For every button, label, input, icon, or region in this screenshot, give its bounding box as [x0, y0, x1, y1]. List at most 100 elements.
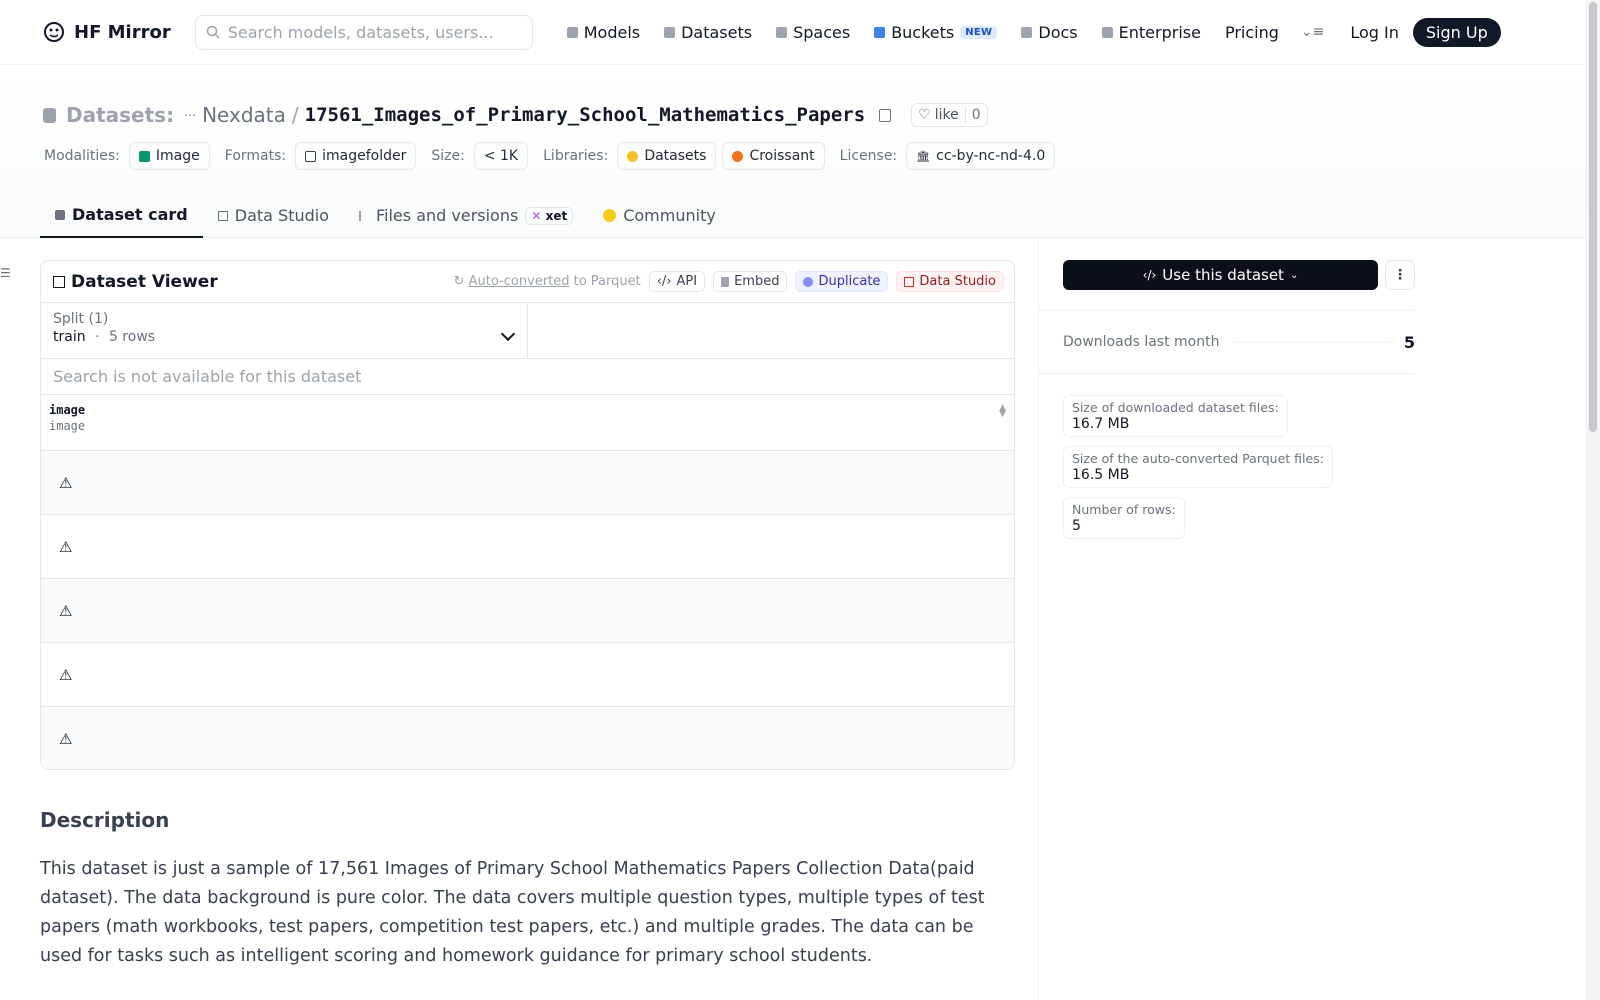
- tab-dataset-card[interactable]: Dataset card: [40, 193, 203, 238]
- like-button[interactable]: ♡ like 0: [911, 103, 988, 127]
- xet-icon: ✕: [531, 208, 542, 223]
- table-icon: [217, 210, 228, 221]
- bucket-icon: [874, 26, 886, 38]
- size-chip[interactable]: < 1K: [473, 142, 529, 170]
- database-icon: [43, 107, 56, 123]
- table-row[interactable]: ⚠: [41, 515, 1014, 579]
- duplicate-icon: [803, 276, 814, 287]
- kebab-menu-icon[interactable]: ⋮: [1385, 260, 1415, 290]
- nav-spaces[interactable]: Spaces: [776, 23, 850, 42]
- folder-icon: [305, 150, 317, 162]
- format-chip[interactable]: imagefolder: [295, 142, 417, 170]
- sort-icon[interactable]: ▲ ▼: [999, 404, 1006, 419]
- warning-icon: ⚠: [59, 601, 73, 620]
- like-label-wrap: ♡ like: [912, 107, 965, 123]
- split-selector[interactable]: Split (1) train · 5 rows: [41, 303, 528, 358]
- heart-icon: ♡: [918, 107, 931, 123]
- table-icon: [53, 275, 65, 288]
- repo-name[interactable]: 17561_Images_of_Primary_School_Mathemati…: [305, 104, 866, 126]
- api-button[interactable]: ‹/› API: [648, 271, 706, 292]
- split-rows: 5 rows: [108, 329, 156, 345]
- tab-files[interactable]: Files and versions ✕ xet: [344, 193, 588, 238]
- nav-enterprise-label: Enterprise: [1118, 22, 1201, 42]
- copy-icon[interactable]: [879, 108, 892, 122]
- tab-dataset-card-label: Dataset card: [72, 205, 188, 224]
- libraries-label: Libraries:: [543, 148, 609, 164]
- nav-docs-label: Docs: [1038, 22, 1078, 42]
- stat-parquet-size: Size of the auto-converted Parquet files…: [1063, 446, 1333, 488]
- dataset-meta: Modalities: Image Formats: imagefolder S…: [44, 142, 1070, 170]
- split-dot: ·: [95, 329, 100, 345]
- croissant-icon: [732, 150, 744, 162]
- nav-pricing[interactable]: Pricing: [1225, 23, 1279, 42]
- tab-data-studio[interactable]: Data Studio: [203, 193, 344, 238]
- viewer-title: Dataset Viewer: [53, 272, 218, 292]
- nav-buckets-label: Buckets: [891, 22, 955, 42]
- tab-files-label: Files and versions: [376, 206, 519, 225]
- size-label: Size:: [431, 148, 465, 164]
- mirror-logo-icon: [44, 22, 64, 42]
- license-label: License:: [839, 148, 898, 164]
- stat-label: Size of the auto-converted Parquet files…: [1072, 451, 1324, 466]
- split-row: Split (1) train · 5 rows: [41, 303, 1014, 359]
- nav-models-label: Models: [583, 22, 641, 42]
- brand-logo[interactable]: HF Mirror: [42, 20, 171, 44]
- tab-community[interactable]: Community: [588, 193, 731, 238]
- community-icon: [603, 209, 617, 222]
- owner-link[interactable]: Nexdata: [202, 103, 286, 127]
- like-label: like: [934, 107, 959, 123]
- nav-docs[interactable]: Docs: [1021, 22, 1078, 42]
- duplicate-label: Duplicate: [818, 274, 881, 289]
- nav-datasets[interactable]: Datasets: [664, 23, 752, 42]
- section-label[interactable]: Datasets:: [66, 103, 174, 127]
- owner-avatar-icon: ⋯: [184, 108, 197, 122]
- xet-label: xet: [545, 208, 568, 223]
- signup-button[interactable]: Sign Up: [1412, 17, 1501, 47]
- nav-datasets-label: Datasets: [681, 22, 753, 42]
- license-chip[interactable]: 🏛 cc-by-nc-nd-4.0: [906, 142, 1056, 170]
- modality-chip[interactable]: Image: [128, 142, 210, 170]
- embed-button[interactable]: Embed: [713, 271, 788, 292]
- embed-icon: [721, 276, 730, 287]
- scrollbar-thumb[interactable]: [1589, 2, 1597, 432]
- stat-value: 16.7 MB: [1072, 416, 1130, 432]
- login-link[interactable]: Log In: [1350, 23, 1399, 42]
- stat-row-count: Number of rows: 5: [1063, 497, 1185, 539]
- search-icon: [206, 25, 220, 39]
- table-red-icon: [904, 276, 915, 287]
- data-studio-button[interactable]: Data Studio: [896, 271, 1004, 292]
- api-label: API: [676, 274, 698, 289]
- modality-value: Image: [155, 148, 200, 164]
- library-croissant-chip[interactable]: Croissant: [722, 142, 825, 170]
- hf-emoji-icon: [627, 150, 639, 162]
- warning-icon: ⚠: [59, 537, 73, 556]
- duplicate-button[interactable]: Duplicate: [795, 271, 889, 292]
- library-datasets: Datasets: [644, 148, 707, 164]
- library-datasets-chip[interactable]: Datasets: [617, 142, 717, 170]
- nav-spaces-label: Spaces: [793, 22, 851, 42]
- refresh-icon: ↻: [453, 274, 465, 289]
- viewer-actions: ↻ Auto-converted to Parquet ‹/› API Embe…: [454, 271, 1014, 292]
- tab-community-label: Community: [623, 206, 716, 225]
- nav-models[interactable]: Models: [566, 22, 641, 42]
- warning-icon: ⚠: [59, 473, 73, 492]
- page-scrollbar[interactable]: [1586, 0, 1600, 1000]
- column-header-image[interactable]: image image ▲ ▼: [41, 395, 1014, 451]
- nav-enterprise[interactable]: Enterprise: [1101, 22, 1201, 42]
- nav-buckets[interactable]: Buckets NEW: [874, 22, 998, 42]
- top-nav: HF Mirror Search models, datasets, users…: [0, 0, 1586, 65]
- table-row[interactable]: ⚠: [41, 451, 1014, 515]
- warning-icon: ⚠: [59, 730, 73, 748]
- table-row[interactable]: ⚠: [41, 707, 1014, 769]
- modalities-label: Modalities:: [44, 148, 120, 164]
- more-menu-icon[interactable]: ⌄≡: [1301, 24, 1324, 40]
- use-dataset-button[interactable]: ‹/› Use this dataset ⌄: [1063, 260, 1378, 290]
- table-row[interactable]: ⚠: [41, 643, 1014, 707]
- auto-converted-link[interactable]: Auto-converted: [469, 274, 570, 289]
- table-row[interactable]: ⚠: [41, 579, 1014, 643]
- search-input[interactable]: Search models, datasets, users...: [194, 14, 533, 50]
- stat-value: 16.5 MB: [1072, 467, 1130, 483]
- sidebar-toggle-icon[interactable]: ☰: [0, 266, 11, 280]
- database-icon: [664, 26, 676, 38]
- formats-label: Formats:: [224, 148, 287, 164]
